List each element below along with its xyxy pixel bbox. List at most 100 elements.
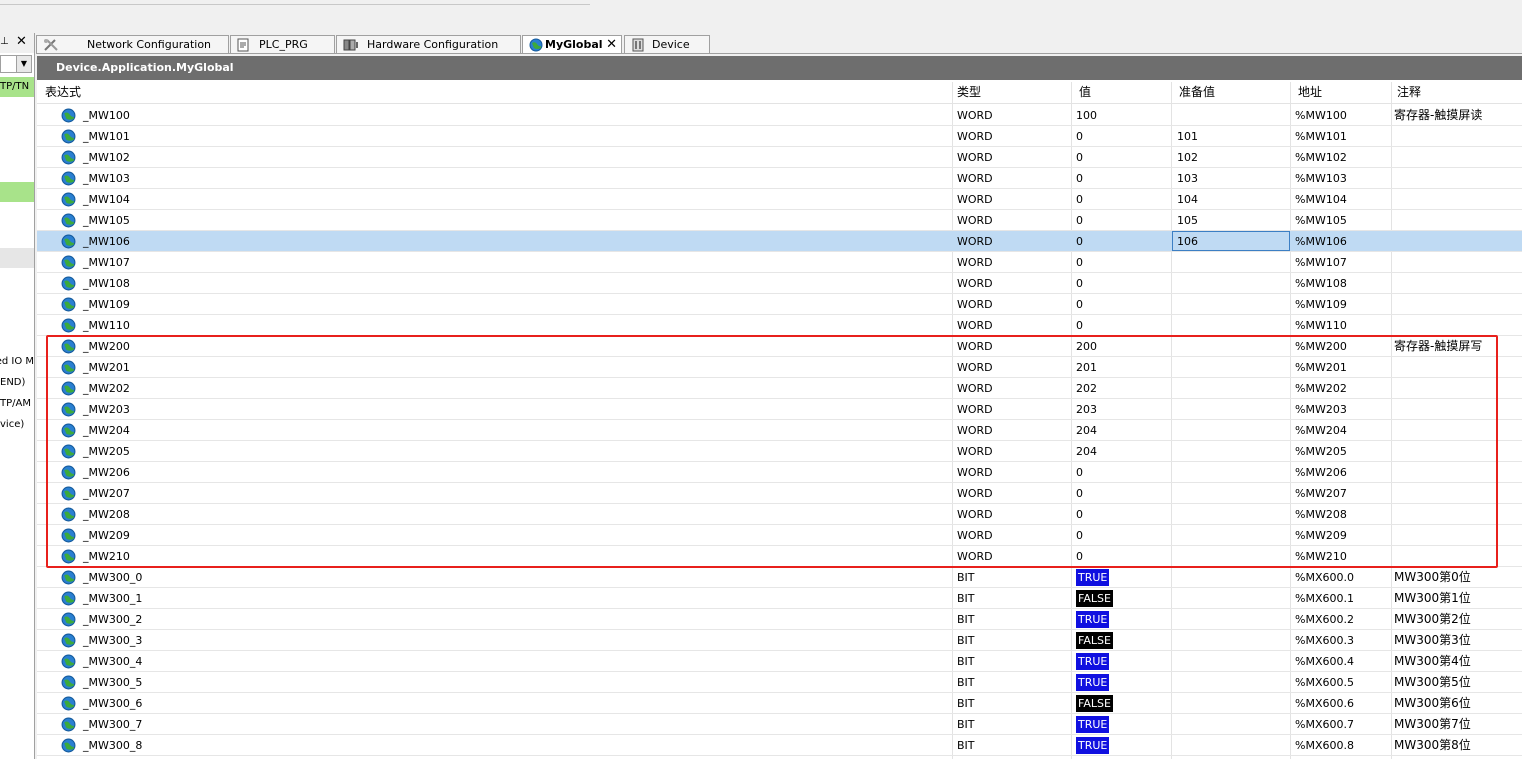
variable-row[interactable]: _MW101 WORD 0 101 %MW101 <box>37 126 1522 147</box>
variable-comment: MW300第7位 <box>1394 717 1471 731</box>
variable-value: 204 <box>1076 424 1097 437</box>
prepared-value-cell[interactable]: 103 <box>1177 168 1198 189</box>
variable-row[interactable]: _MW300_1 BIT FALSE %MX600.1 MW300第1位 <box>37 588 1522 609</box>
false-value-badge: FALSE <box>1076 632 1113 649</box>
variable-value: 0 <box>1076 487 1083 500</box>
tab-hardware-configuration[interactable]: Hardware Configuration <box>336 35 521 53</box>
col-header-prepared-value[interactable]: 准备值 <box>1179 82 1215 103</box>
device-selector-dropdown[interactable]: ▼ <box>0 55 32 73</box>
variable-row[interactable]: _MW300_8 BIT TRUE %MX600.8 MW300第8位 <box>37 735 1522 756</box>
variable-row[interactable]: _MW300_7 BIT TRUE %MX600.7 MW300第7位 <box>37 714 1522 735</box>
global-variable-icon <box>61 423 76 438</box>
variable-row[interactable]: _MW300_2 BIT TRUE %MX600.2 MW300第2位 <box>37 609 1522 630</box>
variable-row[interactable]: _MW207 WORD 0 %MW207 <box>37 483 1522 504</box>
prepared-value-cell[interactable]: 105 <box>1177 210 1198 231</box>
variable-value: 202 <box>1076 382 1097 395</box>
device-tree-panel: ⊥ ✕ ▼ TP/TN ed IO M END) TP/AM vice) <box>0 33 35 759</box>
tab-network-configuration[interactable]: Network Configuration <box>36 35 229 53</box>
variable-name: _MW110 <box>83 319 130 332</box>
variable-row[interactable]: _MW300_6 BIT FALSE %MX600.6 MW300第6位 <box>37 693 1522 714</box>
true-value-badge: TRUE <box>1076 611 1110 628</box>
variable-row[interactable]: _MW209 WORD 0 %MW209 <box>37 525 1522 546</box>
variable-row[interactable]: _MW202 WORD 202 %MW202 <box>37 378 1522 399</box>
variable-type: WORD <box>957 508 993 521</box>
close-panel-icon[interactable]: ✕ <box>16 34 27 49</box>
device-tree-item[interactable]: END) <box>0 373 34 393</box>
variable-row[interactable]: _MW201 WORD 201 %MW201 <box>37 357 1522 378</box>
variable-row[interactable]: _MW103 WORD 0 103 %MW103 <box>37 168 1522 189</box>
variable-row[interactable]: _MW206 WORD 0 %MW206 <box>37 462 1522 483</box>
variable-row[interactable]: _MW300_4 BIT TRUE %MX600.4 MW300第4位 <box>37 651 1522 672</box>
variable-row[interactable]: _MW107 WORD 0 %MW107 <box>37 252 1522 273</box>
prepared-value-cell[interactable]: 102 <box>1177 147 1198 168</box>
tab-myglobal[interactable]: MyGlobal ✕ <box>522 35 622 54</box>
prepared-value-cell[interactable]: 104 <box>1177 189 1198 210</box>
variable-row[interactable]: _MW210 WORD 0 %MW210 <box>37 546 1522 567</box>
variable-value: 0 <box>1076 214 1083 227</box>
device-tree-item[interactable]: ed IO M <box>0 352 34 372</box>
variable-row[interactable]: _MW108 WORD 0 %MW108 <box>37 273 1522 294</box>
variable-name: _MW207 <box>83 487 130 500</box>
col-header-expression[interactable]: 表达式 <box>45 82 81 103</box>
device-tree-item[interactable] <box>0 182 34 202</box>
global-variable-icon <box>61 675 76 690</box>
variable-name: _MW107 <box>83 256 130 269</box>
variable-row[interactable]: _MW100 WORD 100 %MW100 寄存器-触摸屏读 <box>37 105 1522 126</box>
variable-address: %MX600.7 <box>1295 718 1354 731</box>
table-header: 表达式 类型 值 准备值 地址 注释 <box>37 82 1522 104</box>
variable-row[interactable]: _MW110 WORD 0 %MW110 <box>37 315 1522 336</box>
col-header-type[interactable]: 类型 <box>957 82 981 103</box>
device-tree-item[interactable]: TP/AM <box>0 394 34 414</box>
variable-value: 0 <box>1076 298 1083 311</box>
device-tree-item[interactable]: vice) <box>0 415 34 435</box>
close-tab-icon[interactable]: ✕ <box>606 36 617 54</box>
variable-row[interactable]: _MW205 WORD 204 %MW205 <box>37 441 1522 462</box>
variable-row[interactable]: _MW300_3 BIT FALSE %MX600.3 MW300第3位 <box>37 630 1522 651</box>
tab-plc-prg[interactable]: PLC_PRG <box>230 35 335 53</box>
variable-value: TRUE <box>1076 714 1110 735</box>
global-variable-icon <box>61 633 76 648</box>
col-header-comment[interactable]: 注释 <box>1397 82 1421 103</box>
variable-row[interactable]: _MW102 WORD 0 102 %MW102 <box>37 147 1522 168</box>
device-tree-item[interactable] <box>0 248 34 268</box>
prepared-value-cell[interactable]: 106 <box>1177 231 1198 252</box>
variable-type: WORD <box>957 361 993 374</box>
variable-address: %MW110 <box>1295 319 1347 332</box>
variable-row[interactable]: _MW204 WORD 204 %MW204 <box>37 420 1522 441</box>
variable-row[interactable]: _MW203 WORD 203 %MW203 <box>37 399 1522 420</box>
variable-type: WORD <box>957 550 993 563</box>
device-tree-item[interactable]: TP/TN <box>0 77 34 97</box>
variable-row[interactable]: _MW109 WORD 0 %MW109 <box>37 294 1522 315</box>
variable-address: %MX600.1 <box>1295 592 1354 605</box>
global-variable-icon <box>61 213 76 228</box>
prepared-value-cell[interactable]: 101 <box>1177 126 1198 147</box>
variable-name: _MW103 <box>83 172 130 185</box>
variable-name: _MW300_7 <box>83 718 143 731</box>
variable-type: WORD <box>957 214 993 227</box>
variable-type: WORD <box>957 277 993 290</box>
true-value-badge: TRUE <box>1076 674 1110 691</box>
variable-value: 0 <box>1076 193 1083 206</box>
col-header-address[interactable]: 地址 <box>1298 82 1322 103</box>
variable-address: %MW201 <box>1295 361 1347 374</box>
chevron-down-icon[interactable]: ▼ <box>16 56 31 72</box>
variable-value: 0 <box>1076 172 1083 185</box>
variable-address: %MW203 <box>1295 403 1347 416</box>
variable-row[interactable]: _MW300_0 BIT TRUE %MX600.0 MW300第0位 <box>37 567 1522 588</box>
variable-row[interactable]: _MW104 WORD 0 104 %MW104 <box>37 189 1522 210</box>
variable-row[interactable]: _MW208 WORD 0 %MW208 <box>37 504 1522 525</box>
pin-icon[interactable]: ⊥ <box>0 36 9 47</box>
false-value-badge: FALSE <box>1076 695 1113 712</box>
variable-row[interactable]: _MW300_5 BIT TRUE %MX600.5 MW300第5位 <box>37 672 1522 693</box>
col-header-value[interactable]: 值 <box>1079 82 1091 103</box>
variable-value: FALSE <box>1076 630 1113 651</box>
variable-value: 0 <box>1076 235 1083 248</box>
variable-row[interactable]: _MW105 WORD 0 105 %MW105 <box>37 210 1522 231</box>
global-variable-icon <box>61 486 76 501</box>
variable-name: _MW204 <box>83 424 130 437</box>
variable-value: FALSE <box>1076 693 1113 714</box>
variable-address: %MW210 <box>1295 550 1347 563</box>
variable-row[interactable]: _MW200 WORD 200 %MW200 寄存器-触摸屏写 <box>37 336 1522 357</box>
variable-row[interactable]: _MW106 WORD 0 106 %MW106 <box>37 231 1522 252</box>
tab-device[interactable]: Device <box>624 35 710 53</box>
